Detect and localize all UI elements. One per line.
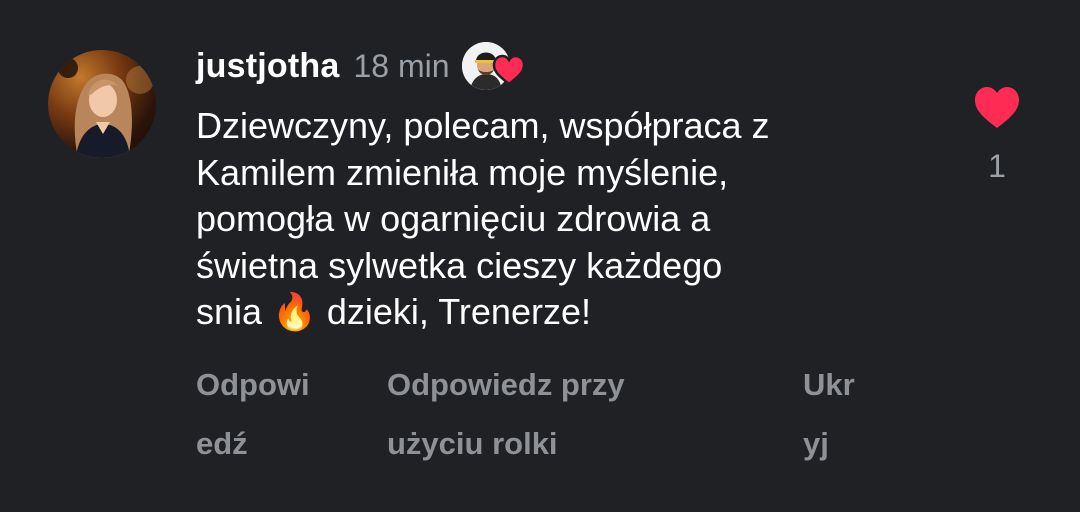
comment-text: Dziewczyny, polecam, współpraca z Kamile… bbox=[196, 105, 770, 332]
like-heart-icon[interactable] bbox=[973, 86, 1021, 130]
creator-heart-icon bbox=[492, 54, 526, 86]
hide-button[interactable]: Ukr yj bbox=[803, 355, 883, 473]
user-avatar[interactable] bbox=[48, 50, 156, 158]
username[interactable]: justjotha bbox=[196, 47, 339, 86]
creator-liked-badge bbox=[461, 40, 526, 92]
like-control: 1 bbox=[966, 86, 1028, 185]
comment-time: 18 min bbox=[353, 47, 450, 84]
like-count: 1 bbox=[988, 148, 1006, 184]
comment-actions: Odpowi edź Odpowiedz przy użyciu rolki U… bbox=[0, 355, 1080, 465]
avatar-photo bbox=[58, 58, 154, 158]
reply-with-reel-button[interactable]: Odpowiedz przy użyciu rolki bbox=[387, 355, 687, 473]
comment-header: justjotha 18 min bbox=[196, 38, 526, 94]
reply-button[interactable]: Odpowi edź bbox=[196, 355, 346, 473]
comment-item: justjotha 18 min Dziewczyny, polecam, ws… bbox=[0, 0, 1080, 512]
